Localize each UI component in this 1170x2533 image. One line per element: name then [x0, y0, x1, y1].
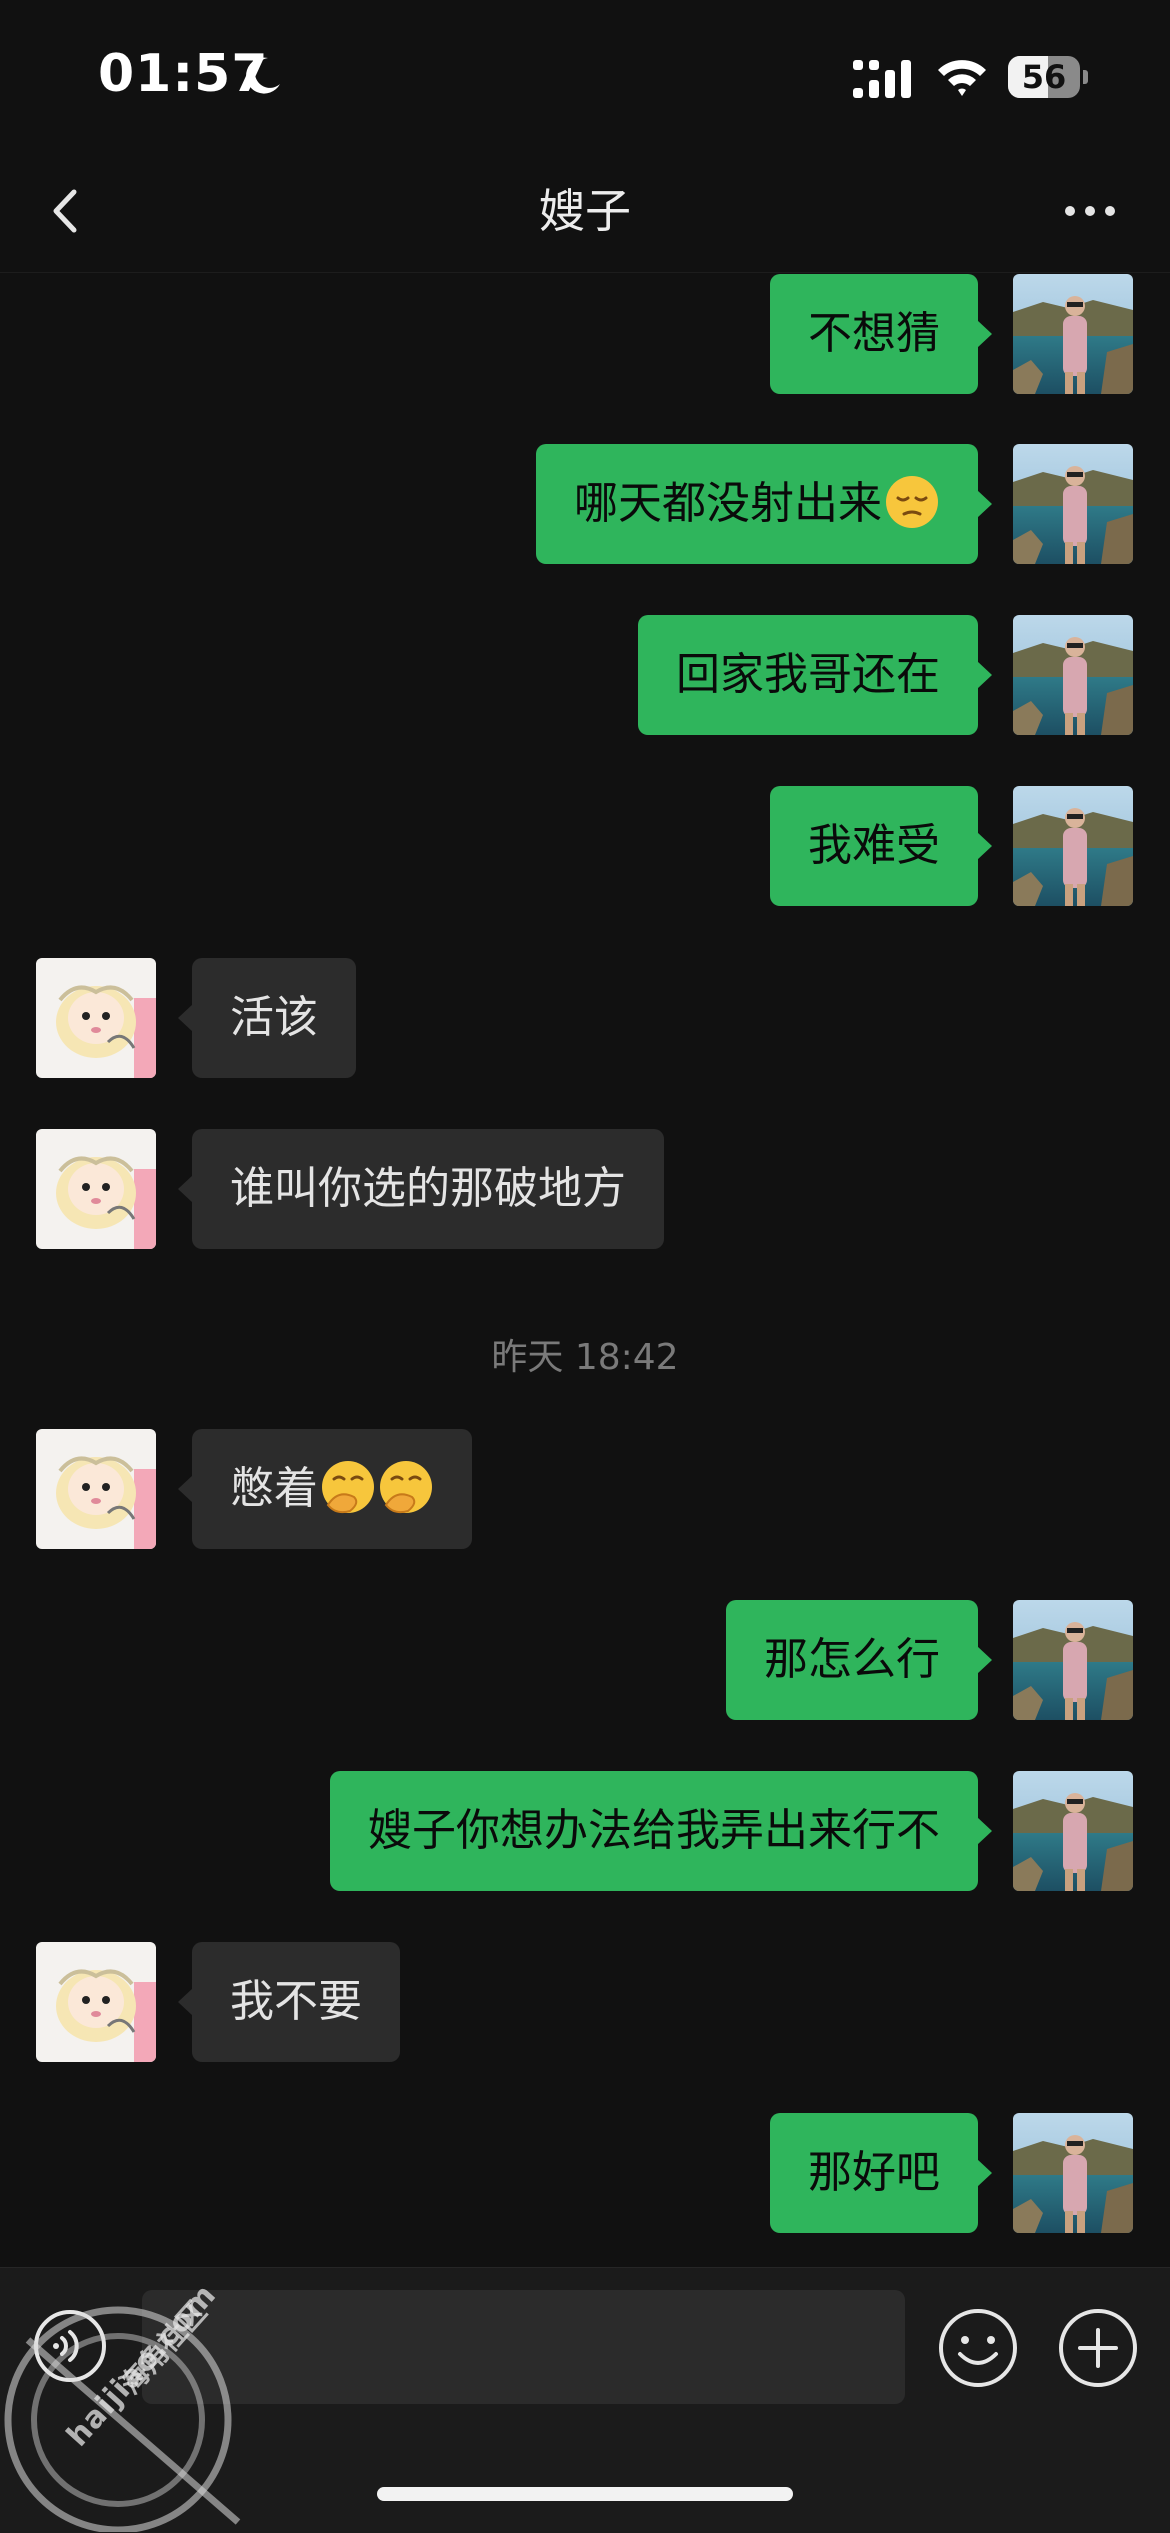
message-bubble[interactable]: 那怎么行 — [726, 1600, 992, 1720]
wifi-icon — [938, 60, 986, 96]
message-text: 我不要 — [230, 1976, 362, 2027]
message-bubble[interactable]: 我不要 — [178, 1942, 400, 2062]
message-text: 嫂子你想办法给我弄出来行不 — [368, 1805, 940, 1856]
message-bubble[interactable]: 回家我哥还在 — [638, 615, 992, 735]
message-text: 憋着 — [230, 1463, 318, 1514]
signal-icon — [853, 60, 911, 98]
hand-over-mouth-emoji — [378, 1459, 434, 1515]
message-bubble[interactable]: 那好吧 — [770, 2113, 992, 2233]
battery-level: 56 — [1021, 58, 1067, 96]
status-bar: 01:57 56 — [0, 0, 1170, 150]
home-indicator[interactable] — [377, 2487, 793, 2501]
voice-icon[interactable] — [32, 2308, 108, 2384]
message-bubble[interactable]: 哪天都没射出来 — [536, 444, 992, 564]
contact-avatar[interactable] — [36, 1429, 156, 1549]
message-text: 那好吧 — [808, 2147, 940, 2198]
emoji-face-icon[interactable] — [936, 2306, 1020, 2390]
my-avatar[interactable] — [1013, 2113, 1133, 2233]
hand-over-mouth-emoji — [320, 1459, 376, 1515]
message-text: 谁叫你选的那破地方 — [230, 1163, 626, 1214]
message-bubble[interactable]: 嫂子你想办法给我弄出来行不 — [330, 1771, 992, 1891]
plus-icon[interactable] — [1056, 2306, 1140, 2390]
message-text: 活该 — [230, 992, 318, 1043]
chat-timestamp: 昨天 18:42 — [491, 1337, 679, 1378]
message-text: 那怎么行 — [764, 1634, 940, 1685]
pensive-face-emoji — [884, 474, 940, 530]
message-bubble[interactable]: 不想猜 — [770, 274, 992, 394]
message-row: 活该 — [0, 958, 1170, 1078]
message-row: 回家我哥还在 — [0, 615, 1170, 735]
contact-avatar[interactable] — [36, 1129, 156, 1249]
message-row: 哪天都没射出来 — [0, 444, 1170, 564]
message-bubble[interactable]: 我难受 — [770, 786, 992, 906]
message-row: 我难受 — [0, 786, 1170, 906]
ellipsis-icon[interactable] — [1055, 178, 1125, 244]
message-row: 嫂子你想办法给我弄出来行不 — [0, 1771, 1170, 1891]
battery-icon: 56 — [1008, 56, 1088, 98]
chat-title: 嫂子 — [539, 184, 631, 238]
message-row: 那好吧 — [0, 2113, 1170, 2233]
chevron-left-icon[interactable] — [36, 178, 96, 244]
message-text: 回家我哥还在 — [676, 649, 940, 700]
message-text: 不想猜 — [808, 308, 940, 359]
message-list[interactable]: 不想猜 哪天都没射出来 回家我哥还在 我难受 活该 谁叫你选的那破地方 昨天 1… — [0, 272, 1170, 2267]
message-bubble[interactable]: 谁叫你选的那破地方 — [178, 1129, 664, 1249]
message-text: 哪天都没射出来 — [574, 478, 882, 529]
message-row: 那怎么行 — [0, 1600, 1170, 1720]
contact-avatar[interactable] — [36, 958, 156, 1078]
message-row: 憋着 — [0, 1429, 1170, 1549]
message-text: 我难受 — [808, 820, 940, 871]
my-avatar[interactable] — [1013, 444, 1133, 564]
message-bubble[interactable]: 憋着 — [178, 1429, 472, 1549]
chat-header: 嫂子 — [0, 150, 1170, 273]
moon-icon — [246, 57, 280, 94]
message-input[interactable] — [142, 2290, 905, 2404]
message-row: 我不要 — [0, 1942, 1170, 2062]
message-row: 谁叫你选的那破地方 — [0, 1129, 1170, 1249]
contact-avatar[interactable] — [36, 1942, 156, 2062]
my-avatar[interactable] — [1013, 615, 1133, 735]
my-avatar[interactable] — [1013, 1600, 1133, 1720]
message-row: 不想猜 — [0, 274, 1170, 394]
my-avatar[interactable] — [1013, 1771, 1133, 1891]
message-bubble[interactable]: 活该 — [178, 958, 356, 1078]
my-avatar[interactable] — [1013, 274, 1133, 394]
my-avatar[interactable] — [1013, 786, 1133, 906]
